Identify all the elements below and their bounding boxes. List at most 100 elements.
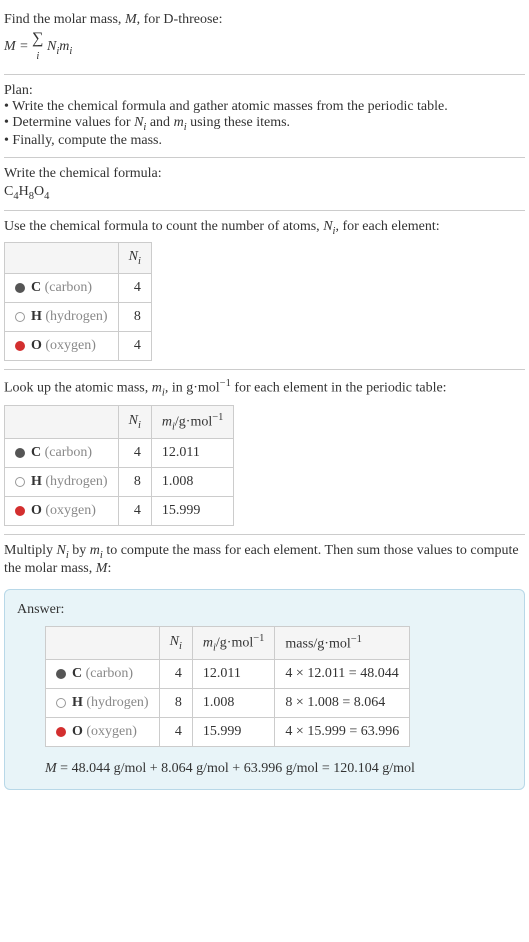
elem-name: (oxygen)	[45, 503, 96, 518]
cell-calc: 4 × 15.999 = 63.996	[275, 718, 410, 747]
header-ni-var: N	[170, 634, 179, 649]
intro-text: Find the molar mass, M, for D-threose:	[4, 12, 525, 28]
count-title-end: , for each element:	[335, 219, 439, 234]
plan-item-2a: • Determine values for	[4, 115, 134, 130]
multiply-section: Multiply Ni by mi to compute the mass fo…	[4, 535, 525, 581]
cell-ni: 4	[118, 439, 151, 468]
cell-calc: 8 × 1.008 = 8.064	[275, 689, 410, 718]
plan-item-3: • Finally, compute the mass.	[4, 133, 525, 149]
mass-table: Ni mi/g·mol−1 C (carbon) 4 12.011 H (hyd…	[4, 405, 234, 526]
header-element	[5, 405, 119, 438]
header-ni: Ni	[159, 626, 192, 659]
cell-mi: 12.011	[192, 660, 275, 689]
elem-name: (hydrogen)	[45, 309, 107, 324]
header-ni-var: N	[129, 413, 138, 428]
elem-name: (oxygen)	[45, 338, 96, 353]
elem-name: (carbon)	[86, 666, 133, 681]
header-mi-unit: /g·mol	[175, 414, 212, 429]
answer-final: M = 48.044 g/mol + 8.064 g/mol + 63.996 …	[45, 761, 512, 777]
elem-sym: C	[72, 666, 82, 681]
formula-ni: N	[44, 39, 57, 54]
header-mi-var: m	[203, 636, 213, 651]
mult-end: :	[107, 561, 111, 576]
cell-ni: 8	[159, 689, 192, 718]
multiply-text: Multiply Ni by mi to compute the mass fo…	[4, 543, 525, 577]
mass-title-mid: , in g·mol	[165, 381, 220, 396]
elem-name: (hydrogen)	[86, 695, 148, 710]
header-element	[46, 626, 160, 659]
chem-o-n: 4	[44, 191, 49, 202]
cell-mi: 15.999	[151, 497, 234, 526]
header-ni: Ni	[118, 243, 151, 274]
mass-title-end: for each element in the periodic table:	[231, 381, 447, 396]
header-mi-sup: −1	[253, 633, 264, 644]
cell-ni: 4	[159, 660, 192, 689]
cell-element: C (carbon)	[5, 439, 119, 468]
elem-sym: H	[31, 309, 42, 324]
table-row: O (oxygen) 4 15.999 4 × 15.999 = 63.996	[46, 718, 410, 747]
header-ni-sub: i	[138, 256, 141, 267]
cell-ni: 8	[118, 303, 151, 332]
sum-index: i	[36, 51, 39, 62]
chem-o: O	[34, 184, 44, 199]
cell-element: H (hydrogen)	[46, 689, 160, 718]
answer-label: Answer:	[17, 602, 512, 618]
elem-sym: C	[31, 445, 41, 460]
header-ni-sub: i	[138, 420, 141, 431]
elem-name: (carbon)	[45, 445, 92, 460]
mass-title-a: Look up the atomic mass,	[4, 381, 152, 396]
intro-var-m: M	[125, 12, 137, 27]
formula-mi-sub: i	[69, 46, 72, 57]
plan-title: Plan:	[4, 83, 525, 99]
elem-name: (oxygen)	[86, 724, 137, 739]
answer-box: Answer: Ni mi/g·mol−1 mass/g·mol−1 C (ca…	[4, 589, 525, 790]
cell-ni: 8	[118, 468, 151, 497]
header-mass-sup: −1	[351, 634, 362, 645]
final-text: = 48.044 g/mol + 8.064 g/mol + 63.996 g/…	[57, 761, 415, 776]
header-mi: mi/g·mol−1	[151, 405, 234, 438]
cell-ni: 4	[118, 274, 151, 303]
header-mass: mass/g·mol−1	[275, 626, 410, 659]
header-mi-var: m	[162, 414, 172, 429]
oxygen-dot-icon	[15, 506, 25, 516]
elem-sym: H	[31, 474, 42, 489]
carbon-dot-icon	[56, 669, 66, 679]
table-row: O (oxygen) 4 15.999	[5, 497, 234, 526]
intro-line1: Find the molar mass,	[4, 12, 125, 27]
table-row: C (carbon) 4	[5, 274, 152, 303]
cell-mi: 1.008	[151, 468, 234, 497]
answer-table: Ni mi/g·mol−1 mass/g·mol−1 C (carbon) 4 …	[45, 626, 410, 747]
cell-mi: 12.011	[151, 439, 234, 468]
count-title: Use the chemical formula to count the nu…	[4, 219, 525, 237]
cell-ni: 4	[118, 332, 151, 361]
table-row: H (hydrogen) 8	[5, 303, 152, 332]
header-mi-sup: −1	[212, 412, 223, 423]
chem-h: H	[19, 184, 29, 199]
cell-ni: 4	[159, 718, 192, 747]
formula-eq: =	[16, 39, 32, 54]
formula-lhs: M	[4, 39, 16, 54]
cell-ni: 4	[118, 497, 151, 526]
count-table: Ni C (carbon) 4 H (hydrogen) 8 O (oxygen…	[4, 242, 152, 361]
plan-item-2mid: and	[146, 115, 173, 130]
mass-title-sup: −1	[220, 378, 231, 389]
count-title-a: Use the chemical formula to count the nu…	[4, 219, 323, 234]
hydrogen-dot-icon	[56, 698, 66, 708]
hydrogen-dot-icon	[15, 477, 25, 487]
table-row: C (carbon) 4 12.011	[5, 439, 234, 468]
table-row: H (hydrogen) 8 1.008	[5, 468, 234, 497]
mass-title-var: m	[152, 381, 162, 396]
mult-ni: N	[57, 543, 66, 558]
header-element	[5, 243, 119, 274]
plan-mi: m	[174, 115, 184, 130]
cell-element: O (oxygen)	[5, 332, 119, 361]
cell-mi: 15.999	[192, 718, 275, 747]
plan-item-2: • Determine values for Ni and mi using t…	[4, 115, 525, 133]
mult-mi: m	[90, 543, 100, 558]
molar-mass-formula: M = ∑i Nimi	[4, 30, 525, 64]
elem-name: (hydrogen)	[45, 474, 107, 489]
mult-b: by	[69, 543, 90, 558]
header-ni: Ni	[118, 405, 151, 438]
oxygen-dot-icon	[56, 727, 66, 737]
elem-name: (carbon)	[45, 280, 92, 295]
